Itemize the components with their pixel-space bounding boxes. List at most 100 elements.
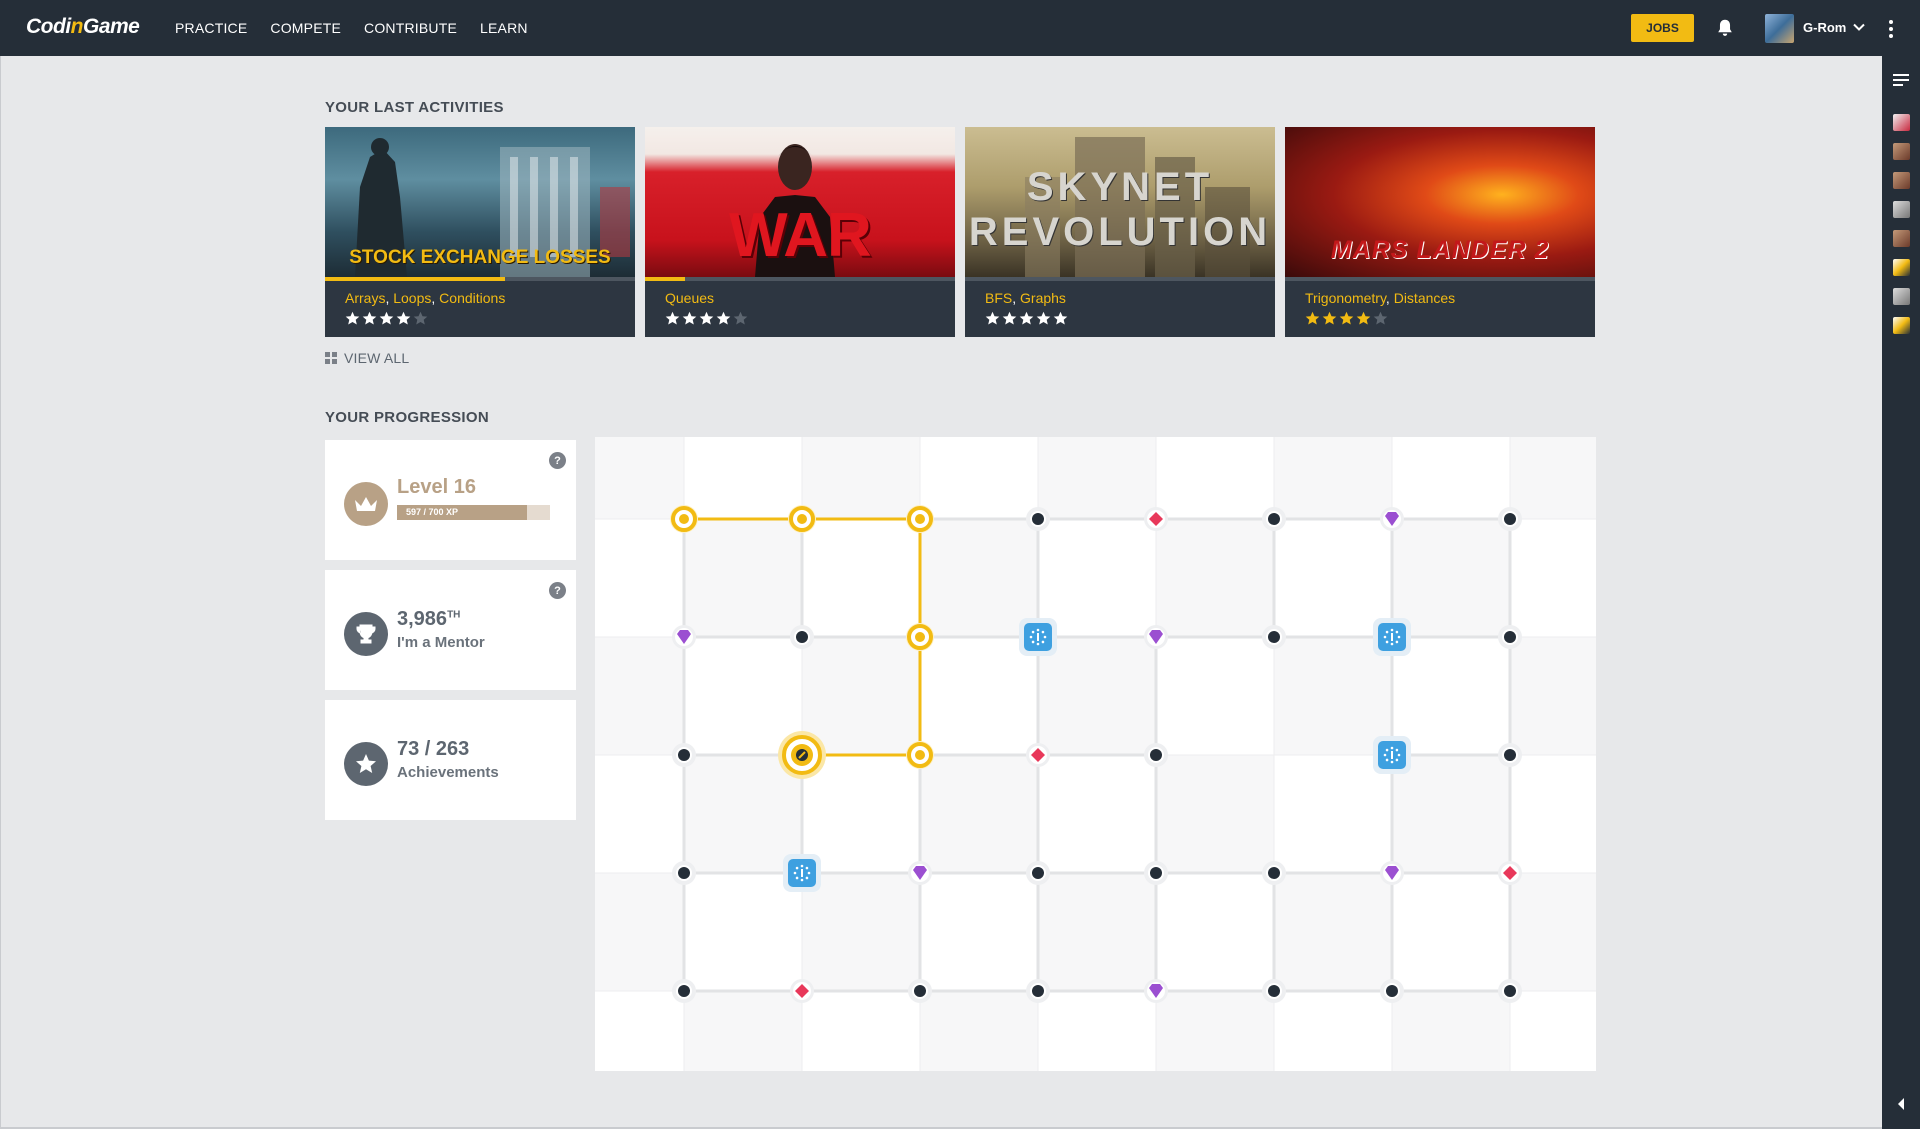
- nav-practice[interactable]: PRACTICE: [175, 20, 247, 36]
- map-cell: [1274, 637, 1392, 755]
- skill-node-bar: [801, 869, 803, 877]
- map-node: [1504, 749, 1516, 761]
- achievements-label: Achievements: [397, 764, 499, 781]
- puzzle-tags: Arrays, Loops, Conditions: [345, 290, 506, 306]
- tag[interactable]: Arrays: [345, 290, 385, 306]
- jobs-button[interactable]: JOBS: [1631, 14, 1694, 42]
- activity-card[interactable]: SKYNET REVOLUTION BFS, Graphs: [965, 127, 1275, 337]
- bell-icon[interactable]: [1714, 16, 1736, 40]
- achievements-card[interactable]: 73 / 263 Achievements: [325, 700, 576, 820]
- map-cell: [1392, 755, 1510, 873]
- user-avatar[interactable]: [1765, 14, 1794, 43]
- puzzle-cover-image: MARS LANDER 2: [1285, 127, 1595, 277]
- skill-node-dot: [1031, 640, 1035, 644]
- star-empty-icon: [733, 311, 748, 325]
- chat-avatar[interactable]: [1893, 317, 1910, 334]
- map-node: [1032, 867, 1044, 879]
- collapse-arrow-icon[interactable]: [1895, 1097, 1907, 1111]
- tag[interactable]: Conditions: [439, 290, 505, 306]
- tag[interactable]: Loops: [393, 290, 431, 306]
- global-rank[interactable]: 3,986TH: [397, 608, 460, 631]
- map-node: [1268, 513, 1280, 525]
- skill-node-bar: [1391, 751, 1393, 759]
- view-all-label: VIEW ALL: [344, 350, 410, 366]
- codingame-logo[interactable]: CodinGame: [26, 15, 140, 39]
- skill-node-dot: [1385, 758, 1389, 762]
- map-node: [796, 631, 808, 643]
- skill-node-dot: [1390, 760, 1394, 764]
- skill-node-dot: [1390, 642, 1394, 646]
- chat-avatar[interactable]: [1893, 143, 1910, 160]
- trophy-icon: [344, 612, 388, 656]
- skill-node-dot: [795, 876, 799, 880]
- skill-node-dot: [795, 866, 799, 870]
- section-title-activities: YOUR LAST ACTIVITIES: [325, 99, 504, 116]
- chat-avatar[interactable]: [1893, 259, 1910, 276]
- chat-avatar[interactable]: [1893, 288, 1910, 305]
- xp-bar: 597 / 700 XP: [397, 505, 550, 520]
- chat-avatar[interactable]: [1893, 230, 1910, 247]
- nav-contribute[interactable]: CONTRIBUTE: [364, 20, 457, 36]
- skill-node-dot: [1041, 630, 1045, 634]
- map-node: [1504, 513, 1516, 525]
- tag[interactable]: Trigonometry: [1305, 290, 1386, 306]
- skill-node-bar: [1391, 633, 1393, 641]
- map-cell: [1156, 755, 1274, 873]
- star-icon: [344, 742, 388, 786]
- activity-card[interactable]: WAR Queues: [645, 127, 955, 337]
- skill-node-dot: [1036, 642, 1040, 646]
- skill-node-dot: [1385, 630, 1389, 634]
- map-node: [1032, 985, 1044, 997]
- nav-learn[interactable]: LEARN: [480, 20, 528, 36]
- map-cell: [1274, 873, 1392, 991]
- map-node: [914, 985, 926, 997]
- map-cell: [684, 755, 802, 873]
- skill-node-dot: [1383, 635, 1387, 639]
- activity-card[interactable]: STOCK EXCHANGE LOSSES Arrays, Loops, Con…: [325, 127, 635, 337]
- skill-node-dot: [1397, 635, 1401, 639]
- chat-avatar[interactable]: [1893, 172, 1910, 189]
- skill-node-dot: [1395, 758, 1399, 762]
- skill-node-bar: [1037, 633, 1039, 641]
- skill-node-dot: [1041, 640, 1045, 644]
- chevron-down-icon[interactable]: [1852, 20, 1866, 34]
- map-node: [1268, 867, 1280, 879]
- skill-node-dot: [1385, 748, 1389, 752]
- help-icon[interactable]: ?: [549, 582, 566, 599]
- help-icon[interactable]: ?: [549, 452, 566, 469]
- map-node: [1268, 985, 1280, 997]
- map-cell: [1156, 519, 1274, 637]
- star-filled-icon: [379, 311, 394, 325]
- chat-avatar[interactable]: [1893, 201, 1910, 218]
- tag[interactable]: Queues: [665, 290, 714, 306]
- map-cell: [802, 637, 920, 755]
- star-filled-icon: [1305, 311, 1320, 325]
- map-node: [1504, 631, 1516, 643]
- cover-title: WAR: [729, 201, 872, 270]
- map-cell: [684, 519, 802, 637]
- skill-node-dot: [800, 864, 804, 868]
- star-filled-icon: [1322, 311, 1337, 325]
- nav-compete[interactable]: COMPETE: [270, 20, 341, 36]
- puzzle-cover-image: SKYNET REVOLUTION: [965, 127, 1275, 277]
- view-all-link[interactable]: VIEW ALL: [325, 350, 409, 366]
- tag[interactable]: Graphs: [1020, 290, 1066, 306]
- star-empty-icon: [1373, 311, 1388, 325]
- main-nav: PRACTICE COMPETE CONTRIBUTE LEARN: [175, 0, 551, 56]
- map-cell: [595, 873, 684, 991]
- cover-title: STOCK EXCHANGE LOSSES: [349, 247, 611, 268]
- skill-node-dot: [1036, 628, 1040, 632]
- skill-node-dot: [1397, 753, 1401, 757]
- tag[interactable]: Distances: [1394, 290, 1455, 306]
- map-node: [678, 749, 690, 761]
- star-filled-icon: [682, 311, 697, 325]
- menu-lines-icon[interactable]: [1893, 74, 1909, 86]
- chat-avatar[interactable]: [1893, 114, 1910, 131]
- kebab-menu-icon[interactable]: [1884, 18, 1898, 40]
- username[interactable]: G-Rom: [1803, 20, 1846, 35]
- tag[interactable]: BFS: [985, 290, 1012, 306]
- activity-card[interactable]: MARS LANDER 2 Trigonometry, Distances: [1285, 127, 1595, 337]
- completed-node-core: [915, 514, 925, 524]
- puzzle-tags: Trigonometry, Distances: [1305, 290, 1456, 306]
- completed-node-core: [915, 632, 925, 642]
